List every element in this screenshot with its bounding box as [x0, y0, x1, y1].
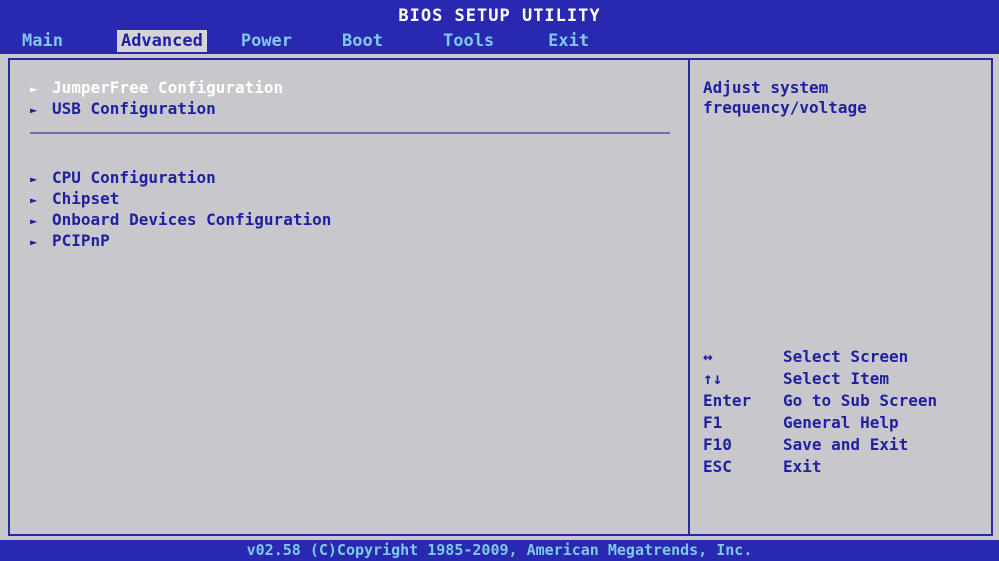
tab-main[interactable]: Main — [18, 30, 67, 52]
submenu-arrow-icon: ► — [30, 235, 38, 249]
tab-advanced[interactable]: Advanced — [116, 30, 207, 52]
menu-item-usb-configuration[interactable]: ► USB Configuration — [30, 99, 680, 120]
submenu-list-group1: ► JumperFree Configuration ► USB Configura… — [30, 78, 680, 120]
key-label: ESC — [703, 457, 732, 476]
bios-title: BIOS SETUP UTILITY — [398, 6, 601, 26]
key-description: Go to Sub Screen — [783, 391, 938, 410]
key-row-enter: Enter Go to Sub Screen — [703, 390, 988, 412]
submenu-list-group2: ► CPU Configuration ► Chipset ► Onboard Dev… — [30, 168, 680, 252]
menu-item-jumperfree-configuration[interactable]: ► JumperFree Configuration — [30, 78, 680, 99]
tab-exit[interactable]: Exit — [544, 30, 593, 52]
tab-power[interactable]: Power — [237, 30, 296, 52]
menu-item-cpu-configuration[interactable]: ► CPU Configuration — [30, 168, 680, 189]
help-line-2: frequency/voltage — [703, 98, 867, 117]
top-menu-bar: BIOS SETUP UTILITY Main Advanced Power B… — [0, 0, 999, 54]
submenu-arrow-icon: ► — [30, 193, 38, 207]
menu-item-label: CPU Configuration — [52, 168, 216, 187]
submenu-arrow-icon: ► — [30, 172, 38, 186]
help-line-1: Adjust system — [703, 78, 829, 97]
key-description: Select Item — [783, 369, 889, 388]
key-description: Select Screen — [783, 347, 909, 366]
key-label: Enter — [703, 391, 752, 410]
menu-item-label: PCIPnP — [52, 231, 110, 250]
key-label: F10 — [703, 435, 732, 454]
menu-item-label: USB Configuration — [52, 99, 216, 118]
bios-screen: BIOS SETUP UTILITY Main Advanced Power B… — [0, 0, 999, 561]
key-row-esc: ESC Exit — [703, 456, 988, 478]
key-row-f10: F10 Save and Exit — [703, 434, 988, 456]
tab-tools[interactable]: Tools — [439, 30, 498, 52]
menu-item-pcipnp[interactable]: ► PCIPnP — [30, 231, 680, 252]
key-row-f1: F1 General Help — [703, 412, 988, 434]
menu-item-chipset[interactable]: ► Chipset — [30, 189, 680, 210]
up-down-arrows-icon: ↑↓ — [703, 369, 723, 388]
help-text: Adjust system frequency/voltage — [703, 78, 983, 118]
left-right-arrows-icon: ↔ — [703, 347, 713, 366]
key-description: General Help — [783, 413, 899, 432]
submenu-arrow-icon: ► — [30, 214, 38, 228]
submenu-arrow-icon: ► — [30, 82, 38, 96]
key-legend: ↔ Select Screen ↑↓ Select Item Enter Go … — [703, 346, 988, 478]
tab-boot[interactable]: Boot — [338, 30, 387, 52]
key-row-select-item: ↑↓ Select Item — [703, 368, 988, 390]
menu-item-label: JumperFree Configuration — [52, 78, 284, 97]
copyright-footer: v02.58 (C)Copyright 1985-2009, American … — [0, 540, 999, 561]
key-description: Exit — [783, 457, 822, 476]
menu-item-label: Onboard Devices Configuration — [52, 210, 332, 229]
panel-divider — [688, 58, 690, 536]
key-description: Save and Exit — [783, 435, 909, 454]
menu-item-onboard-devices-configuration[interactable]: ► Onboard Devices Configuration — [30, 210, 680, 231]
menu-tabs: Main Advanced Power Boot Tools Exit — [18, 30, 593, 52]
key-row-select-screen: ↔ Select Screen — [703, 346, 988, 368]
separator-line — [30, 132, 670, 134]
key-label: F1 — [703, 413, 723, 432]
submenu-arrow-icon: ► — [30, 103, 38, 117]
menu-item-label: Chipset — [52, 189, 120, 208]
